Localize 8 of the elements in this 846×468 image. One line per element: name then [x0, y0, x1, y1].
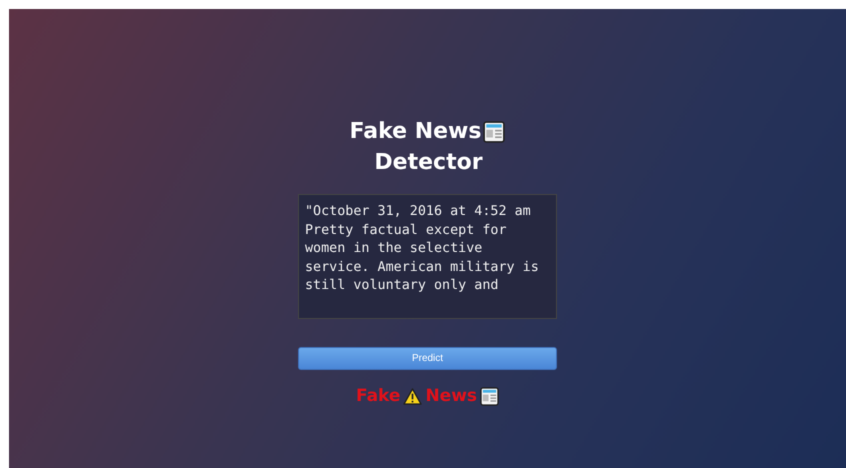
- page-title: Fake News: [350, 118, 482, 146]
- result-text: Fake: [356, 386, 400, 406]
- article-field[interactable]: "October 31, 2016 at 4:52 am Pretty factual except for women in the selective service. American military is still voluntary only and: [298, 194, 557, 319]
- result-text: News: [425, 386, 478, 406]
- newspaper-icon: [480, 386, 500, 406]
- newspaper-icon: [483, 120, 506, 142]
- warning-icon: [403, 388, 422, 404]
- page-title: Detector: [374, 149, 483, 177]
